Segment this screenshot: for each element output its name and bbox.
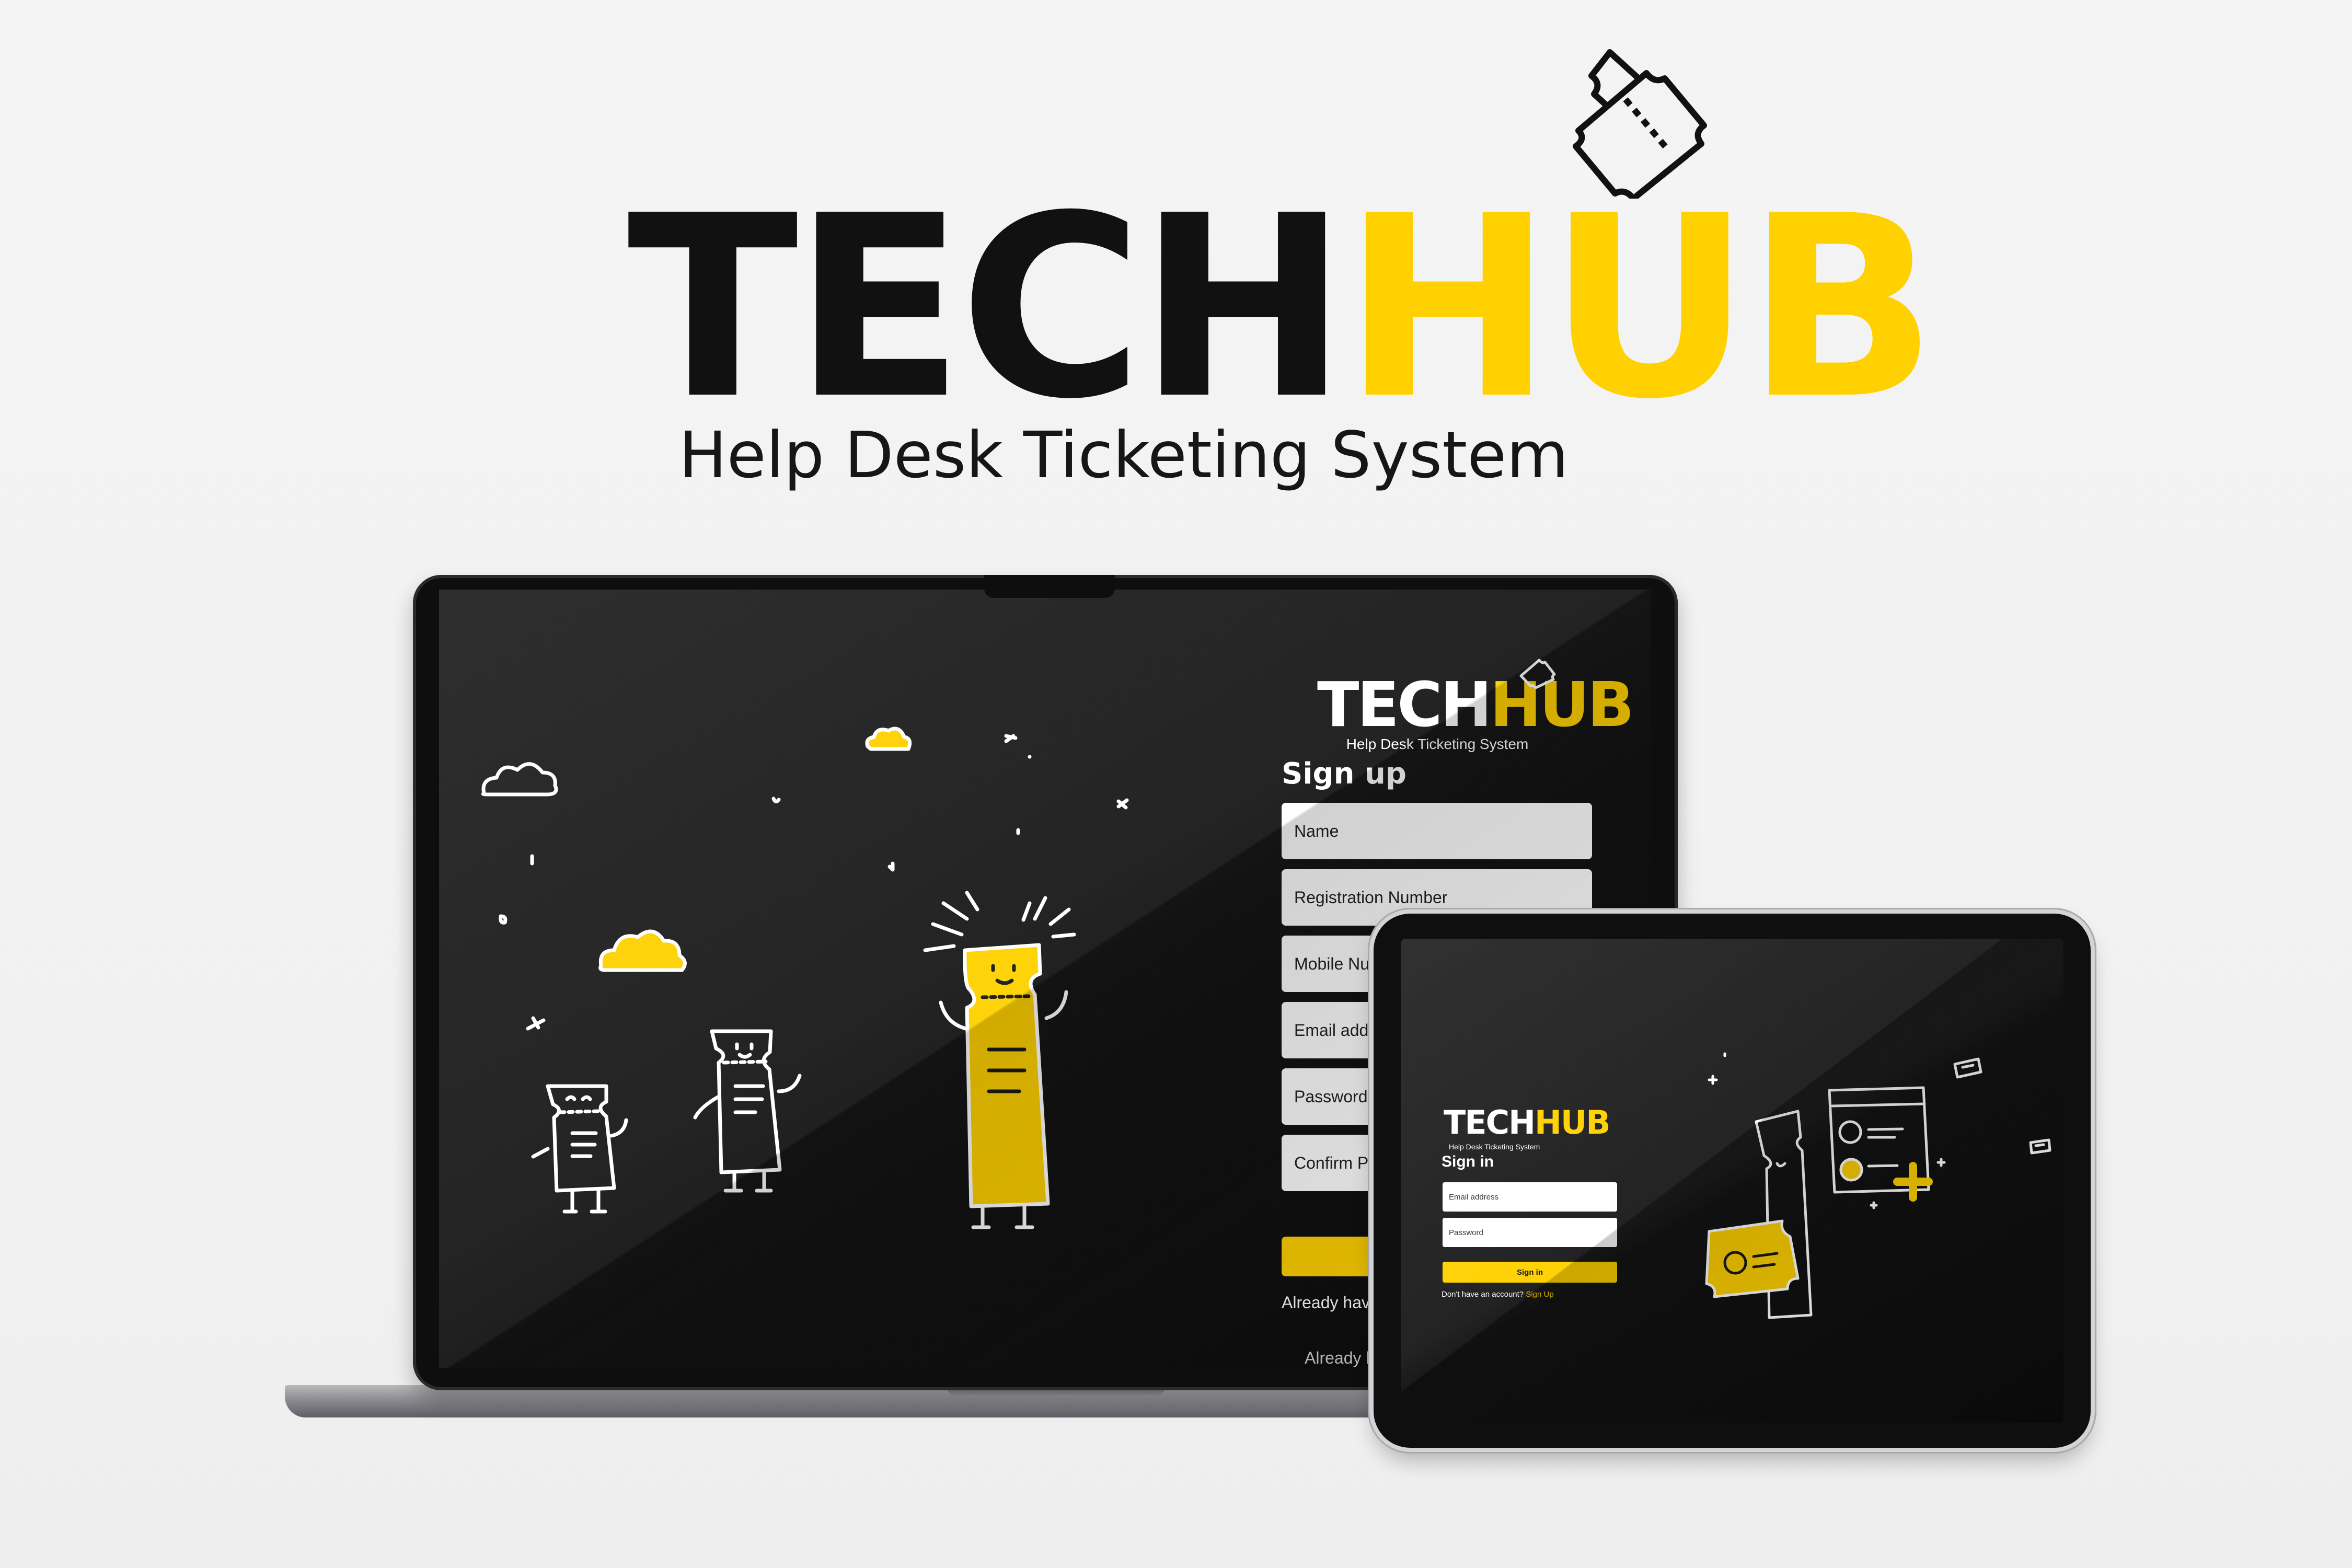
hero-logo-hub: HUB (1343, 162, 1937, 454)
signin-button[interactable]: Sign in (1443, 1262, 1617, 1283)
tablet-logo-tech: TECH (1444, 1103, 1536, 1142)
yellow-cloud-icon (598, 929, 687, 972)
tablet-screen: TECHHUB Help Desk Ticketing System Sign … (1401, 939, 2063, 1423)
password-field[interactable]: Password (1443, 1218, 1617, 1247)
cloud-icon (481, 762, 558, 797)
laptop-logo-hub: HUB (1490, 668, 1634, 741)
hero-tagline: Help Desk Ticketing System (678, 418, 1569, 492)
support-tickets-illustration (1705, 1052, 2051, 1319)
laptop-notch (984, 575, 1115, 598)
laptop-tagline: Help Desk Ticketing System (1346, 736, 1529, 752)
hero-logo: TECHHUB (627, 183, 1938, 434)
tablet-tagline: Help Desk Ticketing System (1449, 1143, 1540, 1151)
signin-title: Sign in (1442, 1153, 1494, 1170)
tablet-device: TECHHUB Help Desk Ticketing System Sign … (1374, 914, 2091, 1448)
name-field[interactable]: Name (1282, 803, 1592, 859)
small-yellow-cloud-icon (865, 727, 912, 751)
ticket-icon (1573, 49, 1707, 199)
email-address-field[interactable]: Email address (1443, 1182, 1617, 1212)
already-have-account-text: Already hav (1282, 1293, 1370, 1312)
hero-logo-tech: TECH (627, 162, 1348, 454)
already-have-account-text-2: Already h (1305, 1348, 1376, 1367)
laptop-logo-tech: TECH (1317, 668, 1492, 741)
tablet-logo: TECHHUB (1444, 1103, 1611, 1142)
laptop-logo: TECHHUB (1317, 659, 1634, 736)
signup-link[interactable]: Sign Up (1526, 1290, 1553, 1299)
signup-title: Sign up (1282, 757, 1406, 791)
no-account-text: Don't have an account? (1442, 1290, 1524, 1299)
ticket-icon (1519, 659, 1556, 689)
tablet-logo-hub: HUB (1535, 1103, 1610, 1142)
signup-prompt: Don't have an account? Sign Up (1442, 1290, 1554, 1299)
